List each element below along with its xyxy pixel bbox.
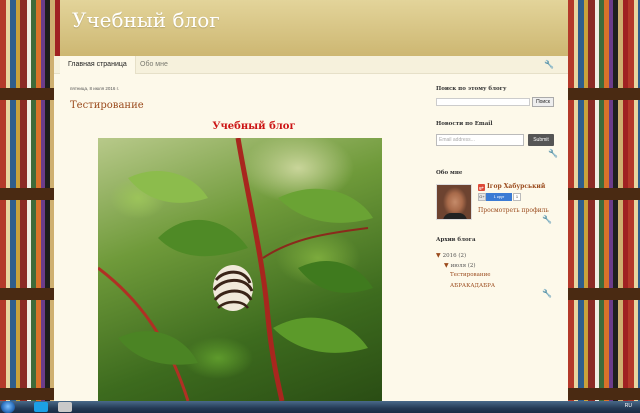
blog-page: Главная страница Обо мне 🔧 пятница, 8 ию…: [54, 56, 568, 401]
archive-year[interactable]: ▼ 2016 (2): [436, 252, 466, 259]
language-indicator[interactable]: RU: [625, 403, 632, 409]
search-input[interactable]: [436, 98, 530, 106]
post-image-snail[interactable]: [98, 138, 382, 401]
skype-icon[interactable]: [34, 402, 48, 412]
blog-title[interactable]: Учебный блог: [72, 8, 220, 32]
post-date: пятница, 8 июля 2016 г.: [70, 86, 119, 91]
about-widget-title: Обо мне: [436, 170, 463, 176]
follow-count: 1: [513, 193, 521, 201]
tabs-bar: Главная страница Обо мне 🔧: [54, 56, 568, 74]
post-subtitle: Учебный блог: [212, 121, 296, 132]
wrench-icon[interactable]: 🔧: [544, 61, 554, 69]
follow-label: 1 круг: [486, 193, 512, 201]
archive-month-label[interactable]: июля (2): [451, 263, 476, 269]
wrench-icon[interactable]: 🔧: [542, 290, 552, 298]
email-field[interactable]: Email address...: [436, 134, 524, 146]
snail-photo-illustration: [98, 138, 373, 401]
archive-year-label[interactable]: 2016 (2): [443, 253, 467, 259]
submit-button[interactable]: Submit: [528, 134, 554, 146]
triangle-down-icon[interactable]: ▼: [444, 262, 449, 269]
archive-post-link[interactable]: АБРАКАДАБРА: [450, 283, 495, 289]
bookshelf-background-left: [0, 0, 60, 401]
view-profile-link[interactable]: Просмотреть профиль: [478, 207, 549, 214]
avatar[interactable]: [436, 184, 472, 220]
app-icon[interactable]: [58, 402, 72, 412]
archive-widget-title: Архив блога: [436, 237, 476, 243]
profile-name[interactable]: Ігор Хабурський: [487, 183, 545, 190]
triangle-down-icon[interactable]: ▼: [436, 252, 441, 259]
taskbar: RU: [0, 401, 640, 413]
follow-button[interactable]: G+ 1 круг 1: [478, 193, 521, 201]
search-button[interactable]: Поиск: [532, 97, 554, 107]
tab-home[interactable]: Главная страница: [60, 56, 136, 74]
google-plus-small-icon: G+: [478, 193, 486, 201]
bookshelf-background-right: [568, 0, 640, 401]
blog-header: Учебный блог: [60, 0, 568, 56]
tab-about[interactable]: Обо мне: [132, 56, 176, 74]
email-widget-title: Новости по Email: [436, 121, 493, 127]
archive-post-link[interactable]: Тестирование: [450, 272, 491, 278]
search-widget-title: Поиск по этому блогу: [436, 86, 507, 92]
archive-month[interactable]: ▼ июля (2): [444, 262, 476, 269]
wrench-icon[interactable]: 🔧: [548, 150, 558, 158]
start-button[interactable]: [1, 401, 15, 413]
google-plus-icon: g+: [478, 184, 485, 191]
wrench-icon[interactable]: 🔧: [542, 216, 552, 224]
post-title[interactable]: Тестирование: [70, 100, 144, 111]
